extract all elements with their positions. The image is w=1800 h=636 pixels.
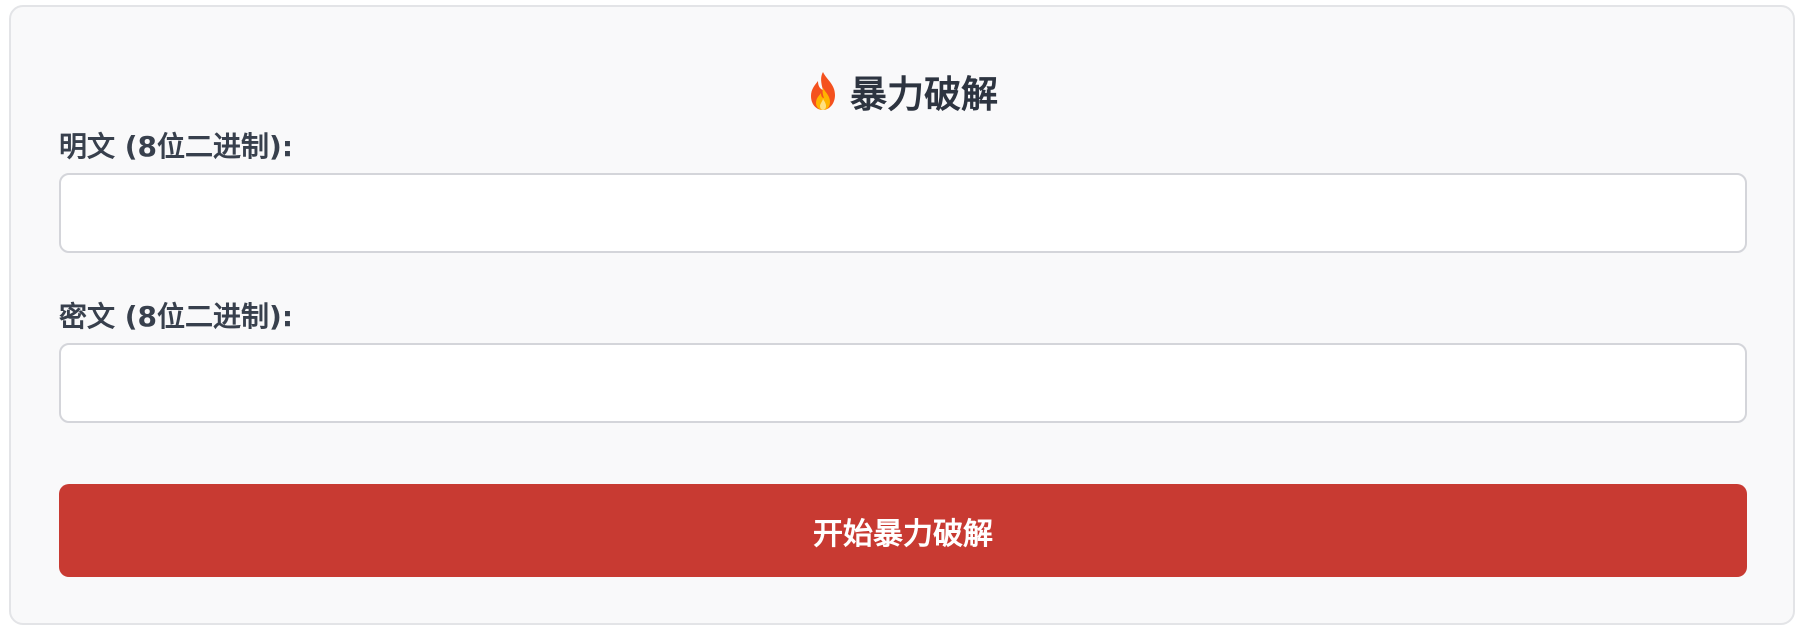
ciphertext-input[interactable]: [59, 343, 1747, 423]
plaintext-label: 明文 (8位二进制):: [59, 130, 294, 163]
panel-title-text: 暴力破解: [850, 73, 998, 116]
flame-icon: [806, 71, 840, 111]
brute-force-panel: 暴力破解 明文 (8位二进制): 密文 (8位二进制): 开始暴力破解: [9, 5, 1795, 625]
panel-title: 暴力破解: [11, 65, 1793, 117]
plaintext-input[interactable]: [59, 173, 1747, 253]
start-brute-force-button[interactable]: 开始暴力破解: [59, 484, 1747, 577]
ciphertext-label: 密文 (8位二进制):: [59, 300, 294, 333]
